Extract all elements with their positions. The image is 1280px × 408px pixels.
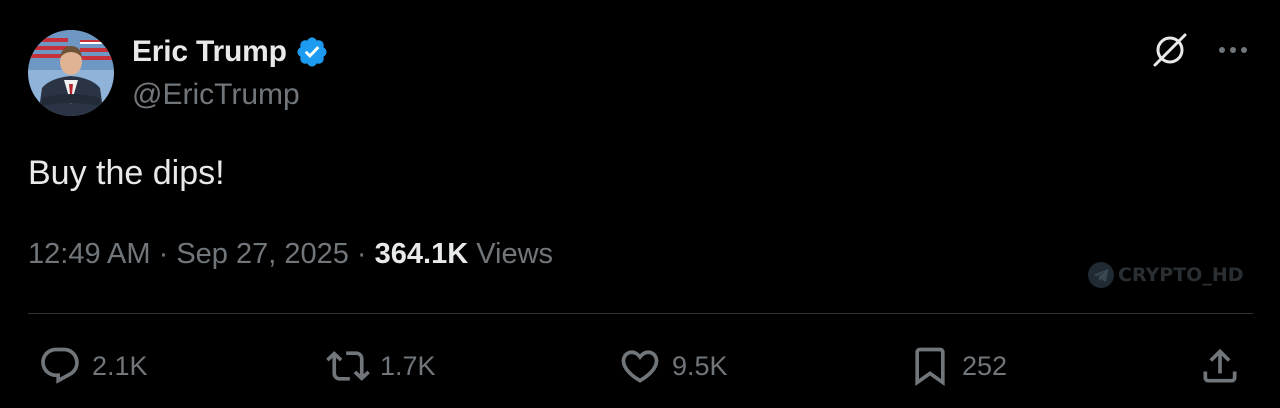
tweet-card: Eric Trump @EricTrump Buy the dips! 12:4… bbox=[0, 0, 1280, 408]
bookmark-icon bbox=[915, 347, 945, 387]
views-count: 364.1K bbox=[374, 238, 469, 270]
bookmark-button[interactable]: 252 bbox=[908, 338, 1007, 394]
divider bbox=[28, 313, 1253, 314]
heart-icon bbox=[621, 350, 659, 383]
repost-icon bbox=[326, 351, 370, 381]
meta-separator: · bbox=[150, 238, 177, 270]
action-bar: 2.1K 1.7K 9.5K 252 bbox=[0, 338, 1280, 394]
like-button[interactable]: 9.5K bbox=[618, 338, 728, 394]
tweet-metadata: 12:49 AM · Sep 27, 2025 · 364.1K Views bbox=[28, 238, 553, 271]
repost-count: 1.7K bbox=[380, 350, 436, 381]
telegram-icon bbox=[1088, 262, 1114, 288]
reply-icon bbox=[41, 347, 79, 384]
views-label: Views bbox=[476, 238, 554, 270]
share-button[interactable] bbox=[1198, 338, 1242, 394]
avatar-image bbox=[28, 30, 114, 116]
like-count: 9.5K bbox=[672, 350, 728, 381]
author-handle[interactable]: @EricTrump bbox=[132, 78, 300, 112]
verified-badge-icon[interactable] bbox=[295, 35, 329, 69]
tweet-text: Buy the dips! bbox=[28, 154, 225, 192]
more-horizontal-icon[interactable] bbox=[1216, 33, 1250, 67]
top-actions bbox=[1150, 30, 1250, 70]
watermark-text: CRYPTO_HD bbox=[1118, 264, 1244, 286]
tweet-time[interactable]: 12:49 AM bbox=[28, 238, 151, 270]
repost-button[interactable]: 1.7K bbox=[326, 338, 436, 394]
author-name-row[interactable]: Eric Trump bbox=[132, 32, 329, 72]
reply-count: 2.1K bbox=[92, 350, 148, 381]
avatar[interactable] bbox=[28, 30, 114, 116]
reply-button[interactable]: 2.1K bbox=[38, 338, 148, 394]
bookmark-count: 252 bbox=[962, 350, 1008, 381]
watermark: CRYPTO_HD bbox=[1088, 262, 1244, 288]
tweet-date[interactable]: Sep 27, 2025 bbox=[176, 238, 349, 270]
meta-separator: · bbox=[348, 238, 375, 270]
display-name[interactable]: Eric Trump bbox=[132, 35, 287, 69]
share-icon bbox=[1203, 348, 1237, 383]
grok-icon[interactable] bbox=[1150, 30, 1190, 70]
